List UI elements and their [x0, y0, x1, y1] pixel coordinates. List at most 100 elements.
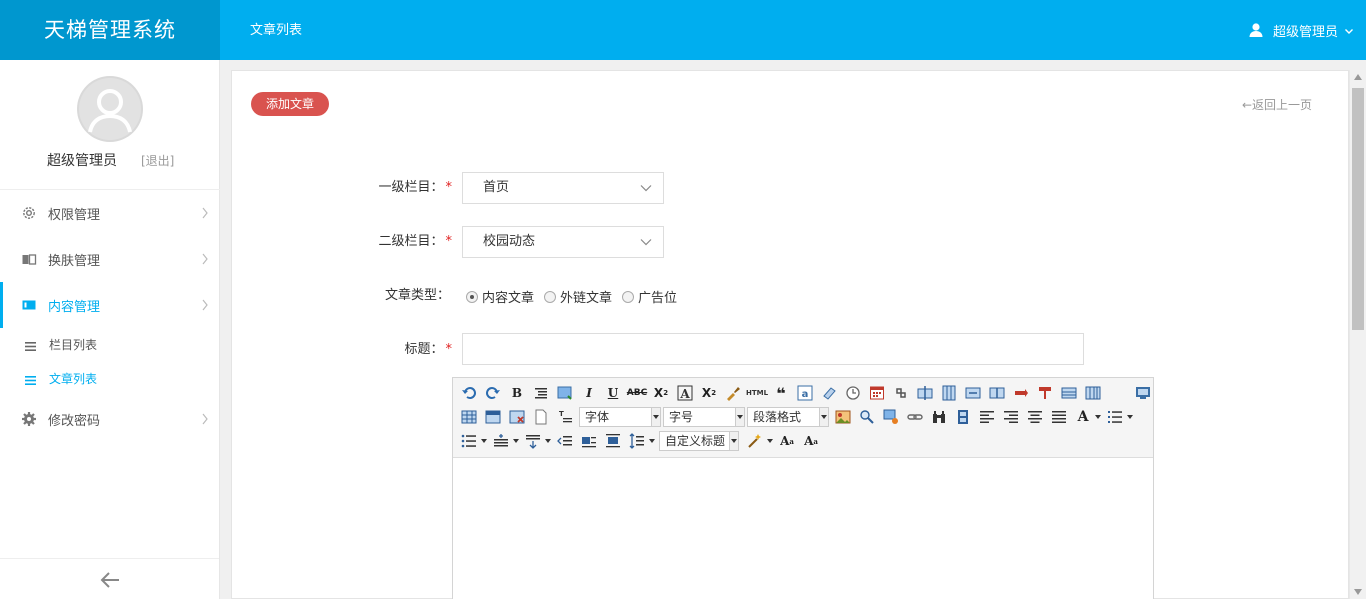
caret-down-icon: [821, 415, 827, 419]
caret-down-icon[interactable]: [1095, 415, 1101, 419]
strikethrough-icon[interactable]: ABC: [627, 383, 647, 403]
table-grid-icon[interactable]: [459, 407, 479, 427]
table-insert-col-icon[interactable]: [939, 383, 959, 403]
background-image-icon[interactable]: [833, 407, 853, 427]
chain-link-icon[interactable]: [905, 407, 925, 427]
chevron-down-icon: [1344, 25, 1354, 35]
add-article-button[interactable]: 添加文章: [251, 92, 330, 116]
quote-icon[interactable]: ❝: [771, 383, 791, 403]
back-link[interactable]: ←返回上一页: [1242, 96, 1312, 113]
magic-wand-icon[interactable]: [745, 431, 765, 451]
editor-content-area[interactable]: [453, 458, 1153, 599]
unordered-list-icon[interactable]: [459, 431, 479, 451]
search-replace-icon[interactable]: [857, 407, 877, 427]
title-label: 标题： *: [332, 338, 452, 357]
font-family-value: 字体: [585, 410, 610, 424]
calendar-icon[interactable]: [867, 383, 887, 403]
radio-content-article[interactable]: 内容文章: [466, 287, 534, 306]
scroll-down-arrow-icon[interactable]: [1354, 589, 1362, 595]
user-icon: [1248, 22, 1264, 38]
sidebar-footer: [0, 558, 219, 599]
align-right-icon[interactable]: [1001, 407, 1021, 427]
film-icon[interactable]: [953, 407, 973, 427]
sidebar-subitem-columns[interactable]: 栏目列表: [0, 327, 219, 361]
font-size-select[interactable]: 字号: [663, 407, 745, 427]
table-merge-icon[interactable]: [963, 383, 983, 403]
italic-icon[interactable]: I: [579, 383, 599, 403]
title-input[interactable]: [462, 333, 1084, 365]
image-insert-icon[interactable]: [881, 407, 901, 427]
subscript-icon[interactable]: X2: [651, 383, 671, 403]
text-direction-icon[interactable]: T: [555, 407, 575, 427]
float-left-icon[interactable]: [579, 431, 599, 451]
underline-icon[interactable]: U: [603, 383, 623, 403]
font-border-icon[interactable]: A: [675, 383, 695, 403]
scroll-up-arrow-icon[interactable]: [1354, 74, 1362, 80]
link-icon[interactable]: [891, 383, 911, 403]
sidebar-item-skin[interactable]: 换肤管理: [0, 236, 219, 282]
preview-icon[interactable]: [1133, 383, 1153, 403]
caret-down-icon: [737, 415, 743, 419]
line-height-icon[interactable]: [491, 431, 511, 451]
align-center-icon[interactable]: [1025, 407, 1045, 427]
font-color-icon[interactable]: A: [1073, 407, 1093, 427]
caret-down-icon[interactable]: [767, 439, 773, 443]
undo-icon[interactable]: [459, 383, 479, 403]
category1-select[interactable]: 首页: [462, 172, 664, 204]
delete-col-icon[interactable]: [1011, 383, 1031, 403]
float-center-icon[interactable]: [603, 431, 623, 451]
article-type-label: 文章类型：: [384, 288, 450, 303]
page-icon[interactable]: [531, 407, 551, 427]
font-decrease-icon[interactable]: Aa: [777, 431, 797, 451]
clock-icon[interactable]: [843, 383, 863, 403]
radio-ad-slot[interactable]: 广告位: [622, 287, 677, 306]
sidebar-item-password[interactable]: 修改密码: [0, 396, 219, 442]
top-bar: 天梯管理系统 文章列表 超级管理员: [0, 0, 1366, 60]
table-insert-row-icon[interactable]: [915, 383, 935, 403]
html-source-icon[interactable]: HTML: [746, 383, 768, 403]
bold-icon[interactable]: B: [507, 383, 527, 403]
paragraph-spacing-icon[interactable]: [523, 431, 543, 451]
paragraph-format-select[interactable]: 段落格式: [747, 407, 829, 427]
caret-down-icon[interactable]: [545, 439, 551, 443]
radio-external-link[interactable]: 外链文章: [544, 287, 612, 306]
outdent-icon[interactable]: [555, 431, 575, 451]
toolbar-row-3: 自定义标题 Aa Aa: [459, 430, 825, 452]
row-spacing-icon[interactable]: [627, 431, 647, 451]
caret-down-icon[interactable]: [513, 439, 519, 443]
align-justify-icon[interactable]: [1049, 407, 1069, 427]
table-props-icon[interactable]: [1083, 383, 1103, 403]
arrow-left-icon[interactable]: [98, 568, 122, 592]
eraser-icon[interactable]: [819, 383, 839, 403]
custom-title-select[interactable]: 自定义标题: [659, 431, 739, 451]
caret-down-icon[interactable]: [1127, 415, 1133, 419]
radio-dot: [622, 290, 635, 303]
scrollbar-thumb[interactable]: [1352, 88, 1364, 330]
sidebar-item-content[interactable]: 内容管理: [0, 282, 219, 328]
table-delete-icon[interactable]: [507, 407, 527, 427]
indent-icon[interactable]: [531, 383, 551, 403]
caret-down-icon[interactable]: [649, 439, 655, 443]
sidebar-subitem-articles[interactable]: 文章列表: [0, 361, 219, 395]
binoculars-icon[interactable]: [929, 407, 949, 427]
table-split-icon[interactable]: [987, 383, 1007, 403]
page-scrollbar[interactable]: [1349, 70, 1366, 599]
ordered-list-icon[interactable]: [1105, 407, 1125, 427]
table-icon[interactable]: [1059, 383, 1079, 403]
redo-icon[interactable]: [483, 383, 503, 403]
image-icon[interactable]: [555, 383, 575, 403]
text-box-icon[interactable]: a: [795, 383, 815, 403]
caret-down-icon[interactable]: [481, 439, 487, 443]
logout-link[interactable]: [退出]: [141, 152, 174, 169]
table-header-icon[interactable]: [483, 407, 503, 427]
font-family-select[interactable]: 字体: [579, 407, 661, 427]
category2-select[interactable]: 校园动态: [462, 226, 664, 258]
delete-row-icon[interactable]: [1035, 383, 1055, 403]
superscript-icon[interactable]: X2: [699, 383, 719, 403]
font-increase-icon[interactable]: Aa: [801, 431, 821, 451]
chevron-right-icon: [202, 207, 208, 219]
sidebar-item-permissions[interactable]: 权限管理: [0, 190, 219, 236]
align-left-icon[interactable]: [977, 407, 997, 427]
format-brush-icon[interactable]: [723, 383, 743, 403]
user-menu[interactable]: 超级管理员: [1248, 0, 1354, 60]
